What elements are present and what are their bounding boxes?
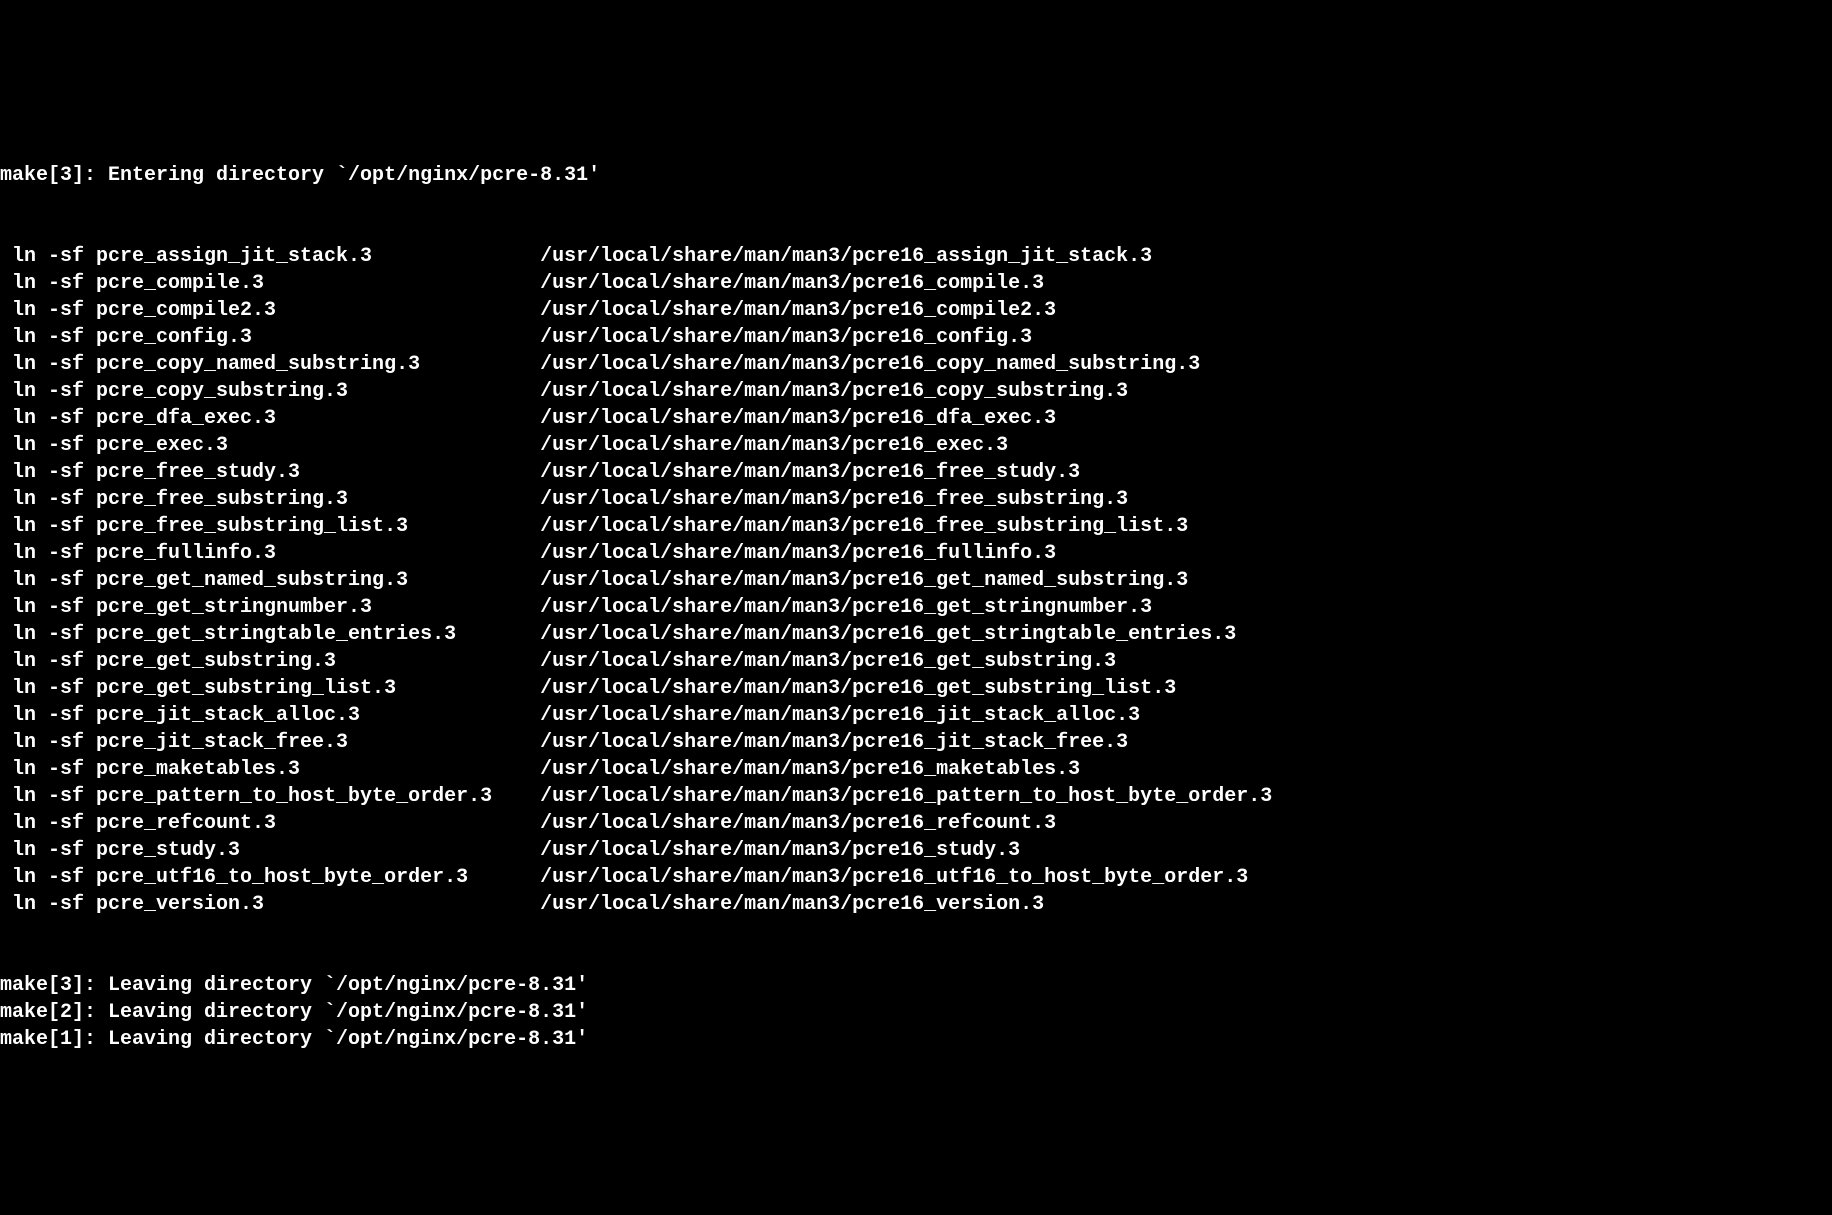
symlink-line: ln -sf pcre_compile2.3 /usr/local/share/… (0, 297, 1832, 324)
symlink-line: ln -sf pcre_maketables.3 /usr/local/shar… (0, 756, 1832, 783)
make-leave-line: make[1]: Leaving directory `/opt/nginx/p… (0, 1026, 1832, 1053)
symlink-line: ln -sf pcre_refcount.3 /usr/local/share/… (0, 810, 1832, 837)
symlink-line: ln -sf pcre_study.3 /usr/local/share/man… (0, 837, 1832, 864)
symlink-line: ln -sf pcre_utf16_to_host_byte_order.3 /… (0, 864, 1832, 891)
symlink-line: ln -sf pcre_copy_named_substring.3 /usr/… (0, 351, 1832, 378)
symlink-line: ln -sf pcre_assign_jit_stack.3 /usr/loca… (0, 243, 1832, 270)
symlink-line: ln -sf pcre_dfa_exec.3 /usr/local/share/… (0, 405, 1832, 432)
symlink-list: ln -sf pcre_assign_jit_stack.3 /usr/loca… (0, 243, 1832, 918)
make-leave-line: make[2]: Leaving directory `/opt/nginx/p… (0, 999, 1832, 1026)
symlink-line: ln -sf pcre_fullinfo.3 /usr/local/share/… (0, 540, 1832, 567)
symlink-line: ln -sf pcre_exec.3 /usr/local/share/man/… (0, 432, 1832, 459)
make-leave-line: make[3]: Leaving directory `/opt/nginx/p… (0, 972, 1832, 999)
symlink-line: ln -sf pcre_jit_stack_free.3 /usr/local/… (0, 729, 1832, 756)
symlink-line: ln -sf pcre_compile.3 /usr/local/share/m… (0, 270, 1832, 297)
symlink-line: ln -sf pcre_get_stringtable_entries.3 /u… (0, 621, 1832, 648)
symlink-line: ln -sf pcre_get_named_substring.3 /usr/l… (0, 567, 1832, 594)
symlink-line: ln -sf pcre_free_substring.3 /usr/local/… (0, 486, 1832, 513)
symlink-line: ln -sf pcre_copy_substring.3 /usr/local/… (0, 378, 1832, 405)
symlink-line: ln -sf pcre_free_study.3 /usr/local/shar… (0, 459, 1832, 486)
symlink-line: ln -sf pcre_config.3 /usr/local/share/ma… (0, 324, 1832, 351)
symlink-line: ln -sf pcre_version.3 /usr/local/share/m… (0, 891, 1832, 918)
symlink-line: ln -sf pcre_free_substring_list.3 /usr/l… (0, 513, 1832, 540)
symlink-line: ln -sf pcre_get_stringnumber.3 /usr/loca… (0, 594, 1832, 621)
make-enter-line: make[3]: Entering directory `/opt/nginx/… (0, 162, 1832, 189)
make-leave-lines: make[3]: Leaving directory `/opt/nginx/p… (0, 972, 1832, 1053)
terminal-output: make[3]: Entering directory `/opt/nginx/… (0, 108, 1832, 1080)
symlink-line: ln -sf pcre_get_substring.3 /usr/local/s… (0, 648, 1832, 675)
symlink-line: ln -sf pcre_get_substring_list.3 /usr/lo… (0, 675, 1832, 702)
symlink-line: ln -sf pcre_pattern_to_host_byte_order.3… (0, 783, 1832, 810)
symlink-line: ln -sf pcre_jit_stack_alloc.3 /usr/local… (0, 702, 1832, 729)
